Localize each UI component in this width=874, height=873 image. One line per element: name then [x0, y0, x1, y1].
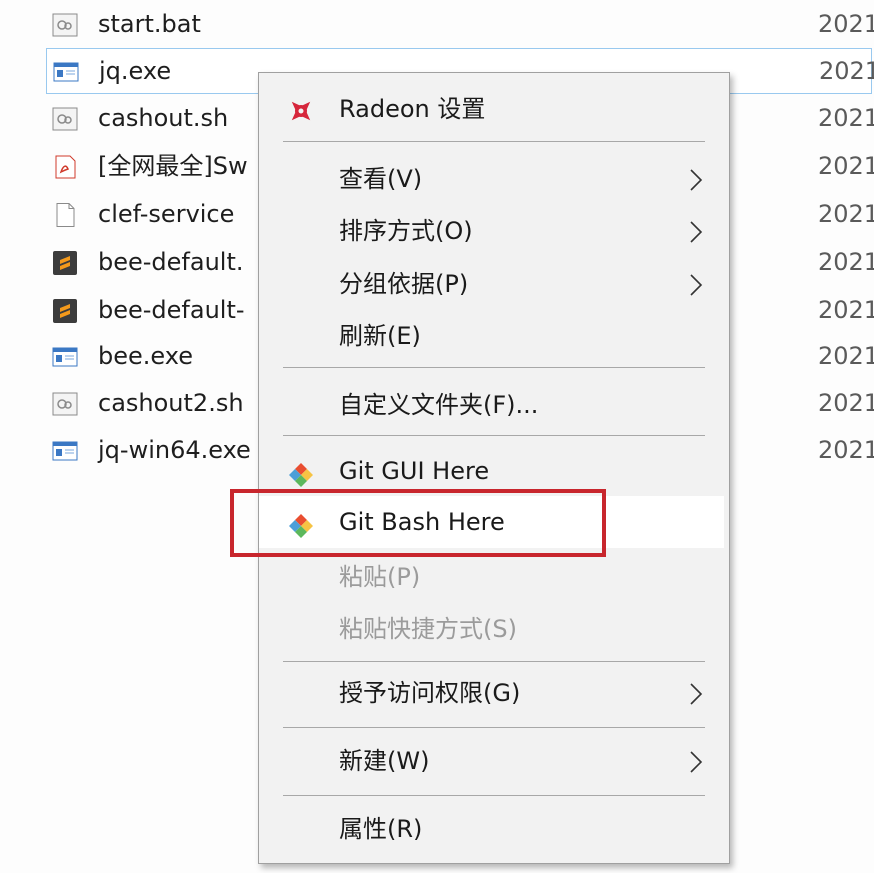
radeon-icon	[285, 95, 317, 127]
menu-item-give-access[interactable]: 授予访问权限(G)	[259, 667, 729, 719]
file-date: 2021	[818, 389, 874, 417]
file-name: jq.exe	[99, 57, 172, 85]
script-file-icon	[52, 392, 78, 416]
pdf-file-icon	[52, 155, 78, 179]
menu-label: 粘贴快捷方式(S)	[339, 615, 517, 643]
menu-label: 刷新(E)	[339, 322, 421, 350]
executable-icon	[52, 439, 78, 463]
file-date: 2021	[818, 342, 874, 370]
menu-item-new[interactable]: 新建(W)	[259, 735, 729, 787]
menu-item-properties[interactable]: 属性(R)	[259, 803, 729, 855]
menu-separator	[283, 727, 705, 728]
chevron-right-icon	[689, 273, 703, 297]
file-date: 2021	[818, 248, 874, 276]
menu-separator	[283, 141, 705, 142]
file-row-start-bat[interactable]: start.bat 2021	[46, 2, 874, 48]
menu-item-view[interactable]: 查看(V)	[259, 153, 729, 205]
menu-label: 排序方式(O)	[339, 217, 473, 245]
file-date: 2021	[818, 10, 874, 38]
sublime-file-icon	[52, 299, 78, 323]
menu-label: 自定义文件夹(F)...	[339, 391, 539, 419]
menu-separator	[283, 435, 705, 436]
blank-file-icon	[52, 203, 78, 227]
menu-label: 分组依据(P)	[339, 270, 469, 298]
menu-item-group-by[interactable]: 分组依据(P)	[259, 258, 729, 310]
file-date: 2021	[818, 104, 874, 132]
menu-item-customize-folder[interactable]: 自定义文件夹(F)...	[259, 379, 729, 431]
context-menu: Radeon 设置 查看(V) 排序方式(O) 分组依据(P) 刷新(E) 自定…	[258, 72, 730, 864]
file-name: cashout.sh	[98, 104, 229, 132]
file-date: 2021	[818, 200, 874, 228]
menu-item-paste[interactable]: 粘贴(P)	[259, 551, 729, 603]
file-name: clef-service	[98, 200, 235, 228]
file-name: start.bat	[98, 10, 201, 38]
menu-item-paste-shortcut[interactable]: 粘贴快捷方式(S)	[259, 603, 729, 655]
menu-item-refresh[interactable]: 刷新(E)	[259, 310, 729, 362]
chevron-right-icon	[689, 750, 703, 774]
file-explorer-view: start.bat 2021 jq.exe 2021 cashout.sh 20…	[0, 0, 874, 873]
menu-label: 属性(R)	[339, 815, 423, 843]
file-date: 2021	[818, 296, 874, 324]
menu-separator	[283, 661, 705, 662]
file-name: [全网最全]Sw	[98, 152, 248, 180]
script-file-icon	[52, 107, 78, 131]
file-date: 2021	[818, 436, 874, 464]
chevron-right-icon	[689, 220, 703, 244]
menu-label: Git GUI Here	[339, 457, 490, 485]
file-name: bee-default-	[98, 296, 245, 324]
menu-label: Radeon 设置	[339, 95, 486, 123]
file-name: cashout2.sh	[98, 389, 244, 417]
chevron-right-icon	[689, 168, 703, 192]
menu-label: 粘贴(P)	[339, 563, 421, 591]
file-name: jq-win64.exe	[98, 436, 251, 464]
git-icon	[285, 457, 317, 489]
menu-separator	[283, 367, 705, 368]
menu-label: 授予访问权限(G)	[339, 679, 521, 707]
executable-icon	[52, 345, 78, 369]
file-name: bee-default.	[98, 248, 244, 276]
file-date: 2021	[819, 57, 874, 85]
file-date: 2021	[818, 152, 874, 180]
menu-label: 新建(W)	[339, 747, 430, 775]
executable-icon	[53, 60, 79, 84]
highlight-annotation-box	[230, 489, 606, 557]
chevron-right-icon	[689, 682, 703, 706]
menu-item-radeon-settings[interactable]: Radeon 设置	[259, 83, 729, 135]
batch-file-icon	[52, 13, 78, 37]
sublime-file-icon	[52, 251, 78, 275]
menu-item-sort-by[interactable]: 排序方式(O)	[259, 205, 729, 257]
file-name: bee.exe	[98, 342, 193, 370]
menu-separator	[283, 795, 705, 796]
menu-label: 查看(V)	[339, 165, 423, 193]
